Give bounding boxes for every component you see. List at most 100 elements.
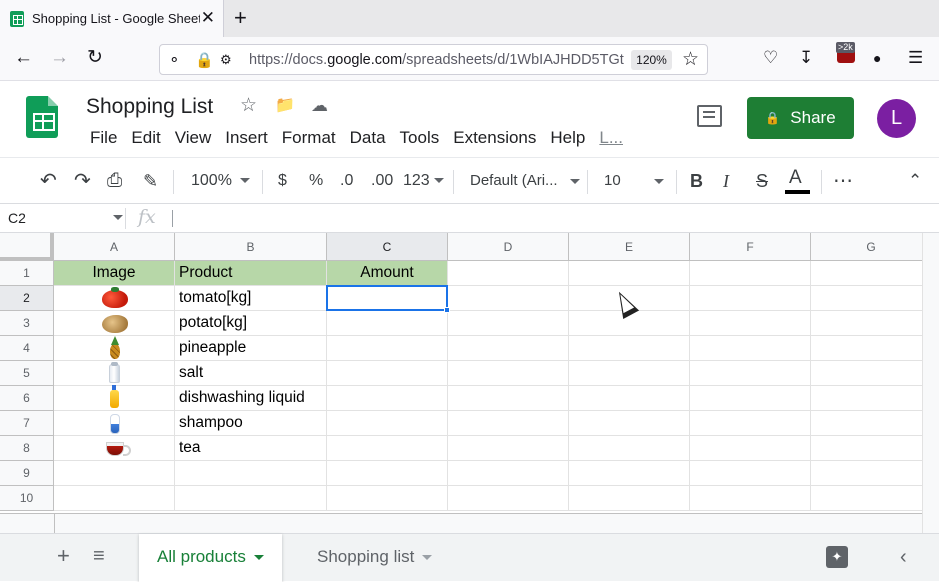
tab-all-products[interactable]: All products	[139, 534, 282, 582]
text-color-button[interactable]: A	[789, 167, 802, 189]
font-family-select[interactable]: Default (Ari...	[470, 170, 580, 192]
product-name-cell[interactable]: dishwashing liquid	[175, 386, 327, 411]
browser-tab[interactable]: Shopping List - Google Sheets ✕	[0, 0, 224, 37]
cell-f7[interactable]	[690, 411, 811, 436]
row-header-6[interactable]: 6	[0, 386, 54, 411]
pocket-icon[interactable]: ♡	[763, 48, 778, 68]
cell-f2[interactable]	[690, 286, 811, 311]
cell-f6[interactable]	[690, 386, 811, 411]
select-all-corner[interactable]	[0, 233, 54, 261]
cell-e7[interactable]	[569, 411, 690, 436]
amount-header-cell[interactable]: Amount	[327, 261, 448, 286]
cell-f10[interactable]	[690, 486, 811, 511]
font-size-select[interactable]: 10	[604, 170, 664, 192]
product-header-cell[interactable]: Product	[175, 261, 327, 286]
cell-e8[interactable]	[569, 436, 690, 461]
cell-e10[interactable]	[569, 486, 690, 511]
horizontal-scrollbar[interactable]	[0, 513, 922, 534]
document-title[interactable]: Shopping List	[86, 95, 213, 119]
cell-d1[interactable]	[448, 261, 569, 286]
shield-icon[interactable]: ⚬	[168, 51, 181, 69]
product-name-cell[interactable]: salt	[175, 361, 327, 386]
product-name-cell[interactable]: tea	[175, 436, 327, 461]
cell-d8[interactable]	[448, 436, 569, 461]
cell-g7[interactable]	[811, 411, 922, 436]
row-header-2[interactable]: 2	[0, 286, 54, 311]
undo-icon[interactable]: ↶	[40, 170, 57, 192]
cell-d6[interactable]	[448, 386, 569, 411]
cell-d5[interactable]	[448, 361, 569, 386]
row-header-3[interactable]: 3	[0, 311, 54, 336]
amount-cell[interactable]	[327, 311, 448, 336]
move-folder-icon[interactable]: 📁	[275, 95, 295, 117]
amount-cell[interactable]	[327, 411, 448, 436]
cell-f8[interactable]	[690, 436, 811, 461]
cell-e9[interactable]	[569, 461, 690, 486]
extension-icon[interactable]: ●	[873, 48, 881, 68]
cell-g3[interactable]	[811, 311, 922, 336]
comments-icon[interactable]	[697, 105, 722, 127]
column-header-f[interactable]: F	[690, 233, 811, 261]
cell-g5[interactable]	[811, 361, 922, 386]
last-edit-link[interactable]: L...	[593, 128, 629, 148]
amount-cell[interactable]	[327, 386, 448, 411]
column-header-c[interactable]: C	[327, 233, 448, 261]
cell-b10[interactable]	[175, 486, 327, 511]
url-text[interactable]: https://docs.google.com/spreadsheets/d/1…	[249, 52, 624, 68]
all-sheets-button[interactable]: ≡	[93, 545, 105, 567]
redo-icon[interactable]: ↷	[74, 170, 91, 192]
cell-f3[interactable]	[690, 311, 811, 336]
decrease-decimal-button[interactable]: .0	[340, 170, 353, 192]
close-tab-icon[interactable]: ✕	[201, 9, 215, 27]
product-name-cell[interactable]: tomato[kg]	[175, 286, 327, 311]
percent-format-button[interactable]: %	[309, 170, 323, 192]
paint-format-icon[interactable]: ✎	[143, 170, 158, 192]
cell-g2[interactable]	[811, 286, 922, 311]
row-header-4[interactable]: 4	[0, 336, 54, 361]
column-header-e[interactable]: E	[569, 233, 690, 261]
italic-button[interactable]: I	[723, 170, 729, 192]
cell-e5[interactable]	[569, 361, 690, 386]
menu-tools[interactable]: Tools	[394, 128, 446, 148]
amount-cell[interactable]	[327, 436, 448, 461]
menu-data[interactable]: Data	[344, 128, 392, 148]
spreadsheet-grid[interactable]: A B C D E F G 1 Image Product Amount 2 tomato[kg] 3 po…	[0, 233, 922, 513]
cell-d10[interactable]	[448, 486, 569, 511]
lock-icon[interactable]: 🔒	[195, 51, 214, 69]
cell-e4[interactable]	[569, 336, 690, 361]
cell-f4[interactable]	[690, 336, 811, 361]
address-bar[interactable]: ⚬ 🔒 ⚙ https://docs.google.com/spreadshee…	[159, 44, 708, 75]
fill-handle[interactable]	[444, 307, 450, 313]
more-options-button[interactable]: ⋯	[833, 170, 853, 192]
row-header-9[interactable]: 9	[0, 461, 54, 486]
menu-edit[interactable]: Edit	[125, 128, 166, 148]
column-header-b[interactable]: B	[175, 233, 327, 261]
cell-c9[interactable]	[327, 461, 448, 486]
back-arrow-icon[interactable]: ←	[14, 47, 33, 69]
cell-g9[interactable]	[811, 461, 922, 486]
cloud-status-icon[interactable]: ☁	[311, 95, 328, 117]
cell-d4[interactable]	[448, 336, 569, 361]
avatar[interactable]: L	[877, 99, 916, 138]
row-header-1[interactable]: 1	[0, 261, 54, 286]
cell-a10[interactable]	[54, 486, 175, 511]
cell-f1[interactable]	[690, 261, 811, 286]
product-name-cell[interactable]: pineapple	[175, 336, 327, 361]
page-zoom-badge[interactable]: 120%	[631, 50, 672, 70]
row-header-7[interactable]: 7	[0, 411, 54, 436]
chevron-down-icon[interactable]	[422, 555, 433, 561]
share-button[interactable]: 🔒 Share	[747, 97, 854, 139]
zoom-select[interactable]: 100%	[191, 170, 250, 192]
cell-g6[interactable]	[811, 386, 922, 411]
menu-file[interactable]: File	[84, 128, 123, 148]
cell-f5[interactable]	[690, 361, 811, 386]
tab-shopping-list[interactable]: Shopping list	[299, 534, 450, 582]
menu-insert[interactable]: Insert	[219, 128, 274, 148]
cell-a9[interactable]	[54, 461, 175, 486]
row-header-8[interactable]: 8	[0, 436, 54, 461]
amount-cell[interactable]	[327, 286, 448, 311]
print-icon[interactable]: ⎙	[107, 170, 122, 192]
bold-button[interactable]: B	[690, 170, 703, 192]
cell-d3[interactable]	[448, 311, 569, 336]
cell-b9[interactable]	[175, 461, 327, 486]
